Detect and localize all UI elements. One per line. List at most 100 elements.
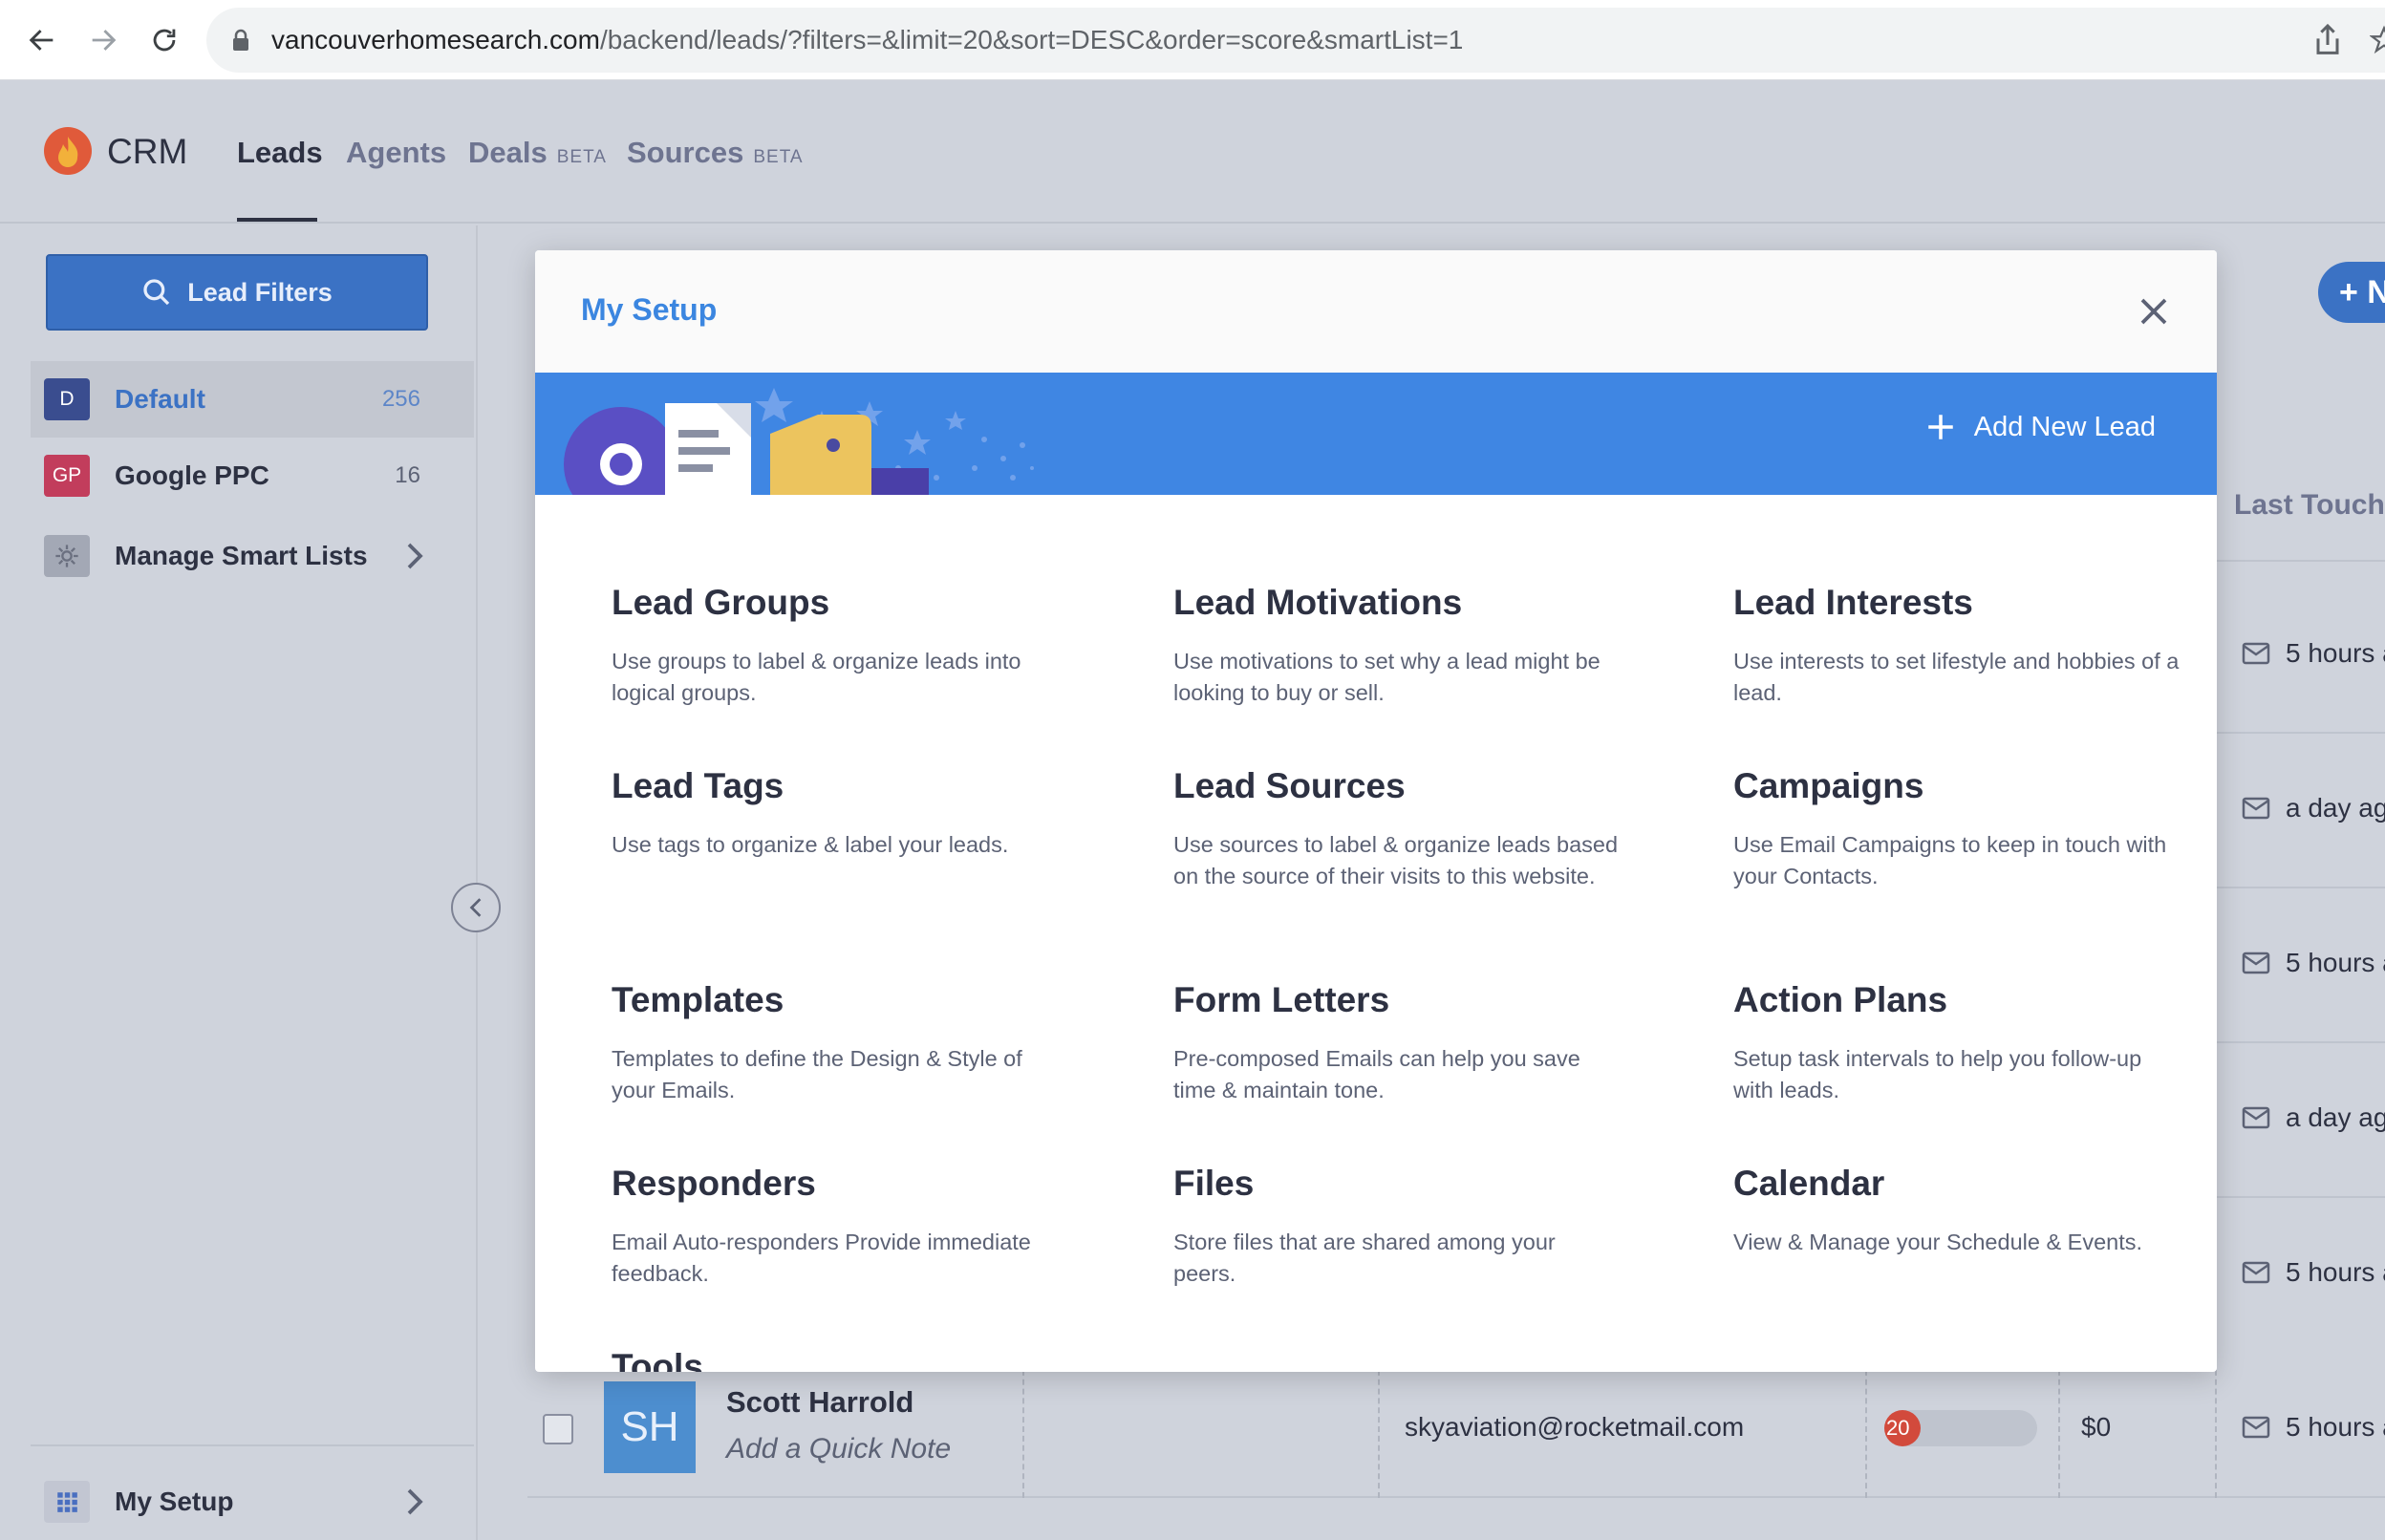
active-tab-indicator (237, 218, 317, 222)
last-touch-text: 5 hours ago (2286, 638, 2385, 668)
sidebar: Lead Filters D Default 256 GP Google PPC… (0, 225, 478, 1540)
forward-arrow-icon (92, 30, 117, 51)
address-bar[interactable]: vancouverhomesearch.com/backend/leads/?f… (206, 8, 2385, 73)
tile-description: Store files that are shared among your p… (1173, 1230, 1556, 1286)
search-icon (143, 279, 170, 306)
mail-icon (2242, 642, 2270, 665)
divider (31, 1444, 474, 1446)
new-lead-button[interactable]: + N (2318, 262, 2385, 323)
tile-description: View & Manage your Schedule & Events. (1733, 1230, 2143, 1254)
list-badge: GP (44, 455, 90, 497)
grid-icon (44, 1481, 90, 1523)
tab-deals[interactable]: Deals BETA (468, 136, 607, 170)
setup-tile-campaigns[interactable]: Campaigns Use Email Campaigns to keep in… (1733, 766, 2182, 892)
smart-list-google-ppc[interactable]: GP Google PPC 16 (31, 438, 474, 514)
row-checkbox[interactable] (543, 1414, 573, 1444)
tile-description: Use groups to label & organize leads int… (612, 649, 1021, 705)
my-setup-item[interactable]: My Setup (31, 1464, 474, 1540)
mail-icon (2242, 797, 2270, 820)
back-button[interactable] (21, 19, 63, 61)
last-touch-text: a day ago (2286, 793, 2385, 823)
reload-button[interactable] (143, 19, 185, 61)
url-text: vancouverhomesearch.com/backend/leads/?f… (271, 8, 1463, 73)
setup-banner: Add New Lead (535, 373, 2217, 495)
collapse-sidebar-button[interactable] (451, 883, 501, 932)
setup-tile-action-plans[interactable]: Action Plans Setup task intervals to hel… (1733, 980, 2182, 1106)
url-host: vancouverhomesearch.com (271, 25, 600, 54)
table-row[interactable]: SH Scott Harrold Add a Quick Note skyavi… (527, 1360, 2385, 1498)
setup-tile-lead-sources[interactable]: Lead Sources Use sources to label & orga… (1173, 766, 1622, 892)
last-touch-cell: 5 hours ago (2242, 1257, 2385, 1288)
score-badge: 20 (1884, 1410, 1921, 1446)
add-new-lead-label: Add New Lead (1973, 411, 2156, 442)
row-divider (2217, 560, 2385, 562)
setup-tile-tools[interactable]: Tools (612, 1347, 1061, 1372)
lock-icon (233, 29, 248, 51)
my-setup-modal: My Setup Add New Lead Lead Groups Use gr… (535, 250, 2217, 1372)
app-header: CRM Leads Agents Deals BETA Sources BETA (0, 80, 2385, 224)
plus-icon (1928, 415, 1953, 439)
avatar[interactable]: SH (604, 1381, 696, 1473)
list-badge: D (44, 378, 90, 420)
tile-title: Responders (612, 1164, 816, 1203)
quick-note-input[interactable]: Add a Quick Note (726, 1433, 951, 1465)
row-divider (2217, 732, 2385, 734)
mail-icon (2242, 1416, 2270, 1439)
setup-tile-lead-interests[interactable]: Lead Interests Use interests to set life… (1733, 583, 2182, 709)
column-divider (1022, 1360, 1024, 1498)
last-touch-cell: 5 hours ago (2242, 1412, 2385, 1443)
column-header-last-touch[interactable]: Last Touch (2234, 489, 2385, 522)
setup-tile-responders[interactable]: Responders Email Auto-responders Provide… (612, 1164, 1061, 1290)
setup-tile-calendar[interactable]: Calendar View & Manage your Schedule & E… (1733, 1164, 2182, 1258)
tile-title: Lead Sources (1173, 766, 1406, 805)
tab-leads[interactable]: Leads (237, 136, 323, 170)
close-icon[interactable] (2137, 294, 2171, 329)
tab-agents[interactable]: Agents (346, 136, 446, 170)
tile-description: Templates to define the Design & Style o… (612, 1046, 1022, 1102)
reload-icon (153, 29, 176, 52)
lead-filters-button[interactable]: Lead Filters (46, 254, 428, 331)
list-label: Default (115, 384, 205, 414)
lead-value: $0 (2081, 1412, 2112, 1442)
tile-title: Action Plans (1733, 980, 1948, 1019)
column-divider (1378, 1360, 1380, 1498)
tab-label: Agents (346, 136, 447, 169)
mail-icon (2242, 1261, 2270, 1284)
setup-tile-lead-tags[interactable]: Lead Tags Use tags to organize & label y… (612, 766, 1061, 861)
tab-sources[interactable]: Sources BETA (627, 136, 804, 170)
forward-button[interactable] (82, 19, 124, 61)
tile-description: Use tags to organize & label your leads. (612, 832, 1009, 857)
column-divider (2058, 1360, 2060, 1498)
tile-description: Use sources to label & organize leads ba… (1173, 832, 1619, 888)
list-label: Manage Smart Lists (115, 541, 368, 570)
tile-title: Form Letters (1173, 980, 1390, 1019)
tile-title: Lead Groups (612, 583, 830, 622)
manage-smart-lists[interactable]: Manage Smart Lists (31, 518, 474, 594)
share-icon[interactable] (2309, 21, 2347, 59)
last-touch-cell: 5 hours ago (2242, 948, 2385, 978)
row-divider (2217, 1041, 2385, 1043)
tile-title: Files (1173, 1164, 1255, 1203)
lead-name[interactable]: Scott Harrold (726, 1385, 913, 1420)
smart-list-default[interactable]: D Default 256 (31, 361, 474, 438)
lead-filters-label: Lead Filters (187, 277, 333, 307)
tile-title: Lead Motivations (1173, 583, 1463, 622)
setup-options: Lead Groups Use groups to label & organi… (535, 495, 2217, 1372)
setup-tile-templates[interactable]: Templates Templates to define the Design… (612, 980, 1061, 1106)
setup-tile-lead-motivations[interactable]: Lead Motivations Use motivations to set … (1173, 583, 1622, 709)
lead-email[interactable]: skyaviation@rocketmail.com (1405, 1412, 1744, 1443)
add-new-lead-button[interactable]: Add New Lead (1924, 411, 2156, 443)
setup-tile-form-letters[interactable]: Form Letters Pre-composed Emails can hel… (1173, 980, 1622, 1106)
list-label: My Setup (115, 1487, 234, 1516)
tile-description: Use motivations to set why a lead might … (1173, 649, 1601, 705)
tab-label: Sources (627, 136, 744, 169)
browser-toolbar: vancouverhomesearch.com/backend/leads/?f… (0, 0, 2385, 80)
setup-tile-files[interactable]: Files Store files that are shared among … (1173, 1164, 1622, 1290)
bookmark-star-icon[interactable] (2370, 23, 2385, 57)
setup-tile-lead-groups[interactable]: Lead Groups Use groups to label & organi… (612, 583, 1061, 709)
modal-header: My Setup (535, 250, 2217, 373)
last-touch-text: 5 hours ago (2286, 1257, 2385, 1287)
gear-icon (44, 535, 90, 577)
tile-title: Campaigns (1733, 766, 1924, 805)
setup-illustration-icon (564, 388, 1034, 495)
